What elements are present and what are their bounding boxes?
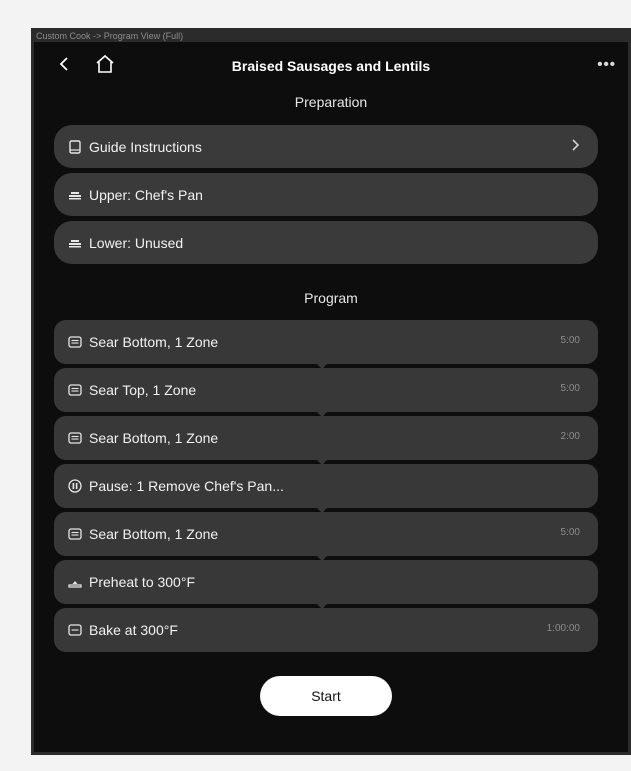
preheat-icon [68, 575, 82, 589]
top-bar: Braised Sausages and Lentils ••• [34, 42, 628, 82]
lower-rack-label: Lower: Unused [89, 234, 184, 251]
step-label: Sear Bottom, 1 Zone [89, 430, 219, 446]
step-time: 2:00 [560, 431, 580, 442]
window-label: Custom Cook -> Program View (Full) [36, 31, 184, 41]
step-label: Sear Bottom, 1 Zone [89, 526, 219, 542]
step-label: Sear Top, 1 Zone [89, 382, 197, 398]
guide-instructions-button[interactable]: Guide Instructions [54, 125, 598, 168]
start-button[interactable]: Start [260, 676, 392, 716]
step-label: Sear Bottom, 1 Zone [89, 334, 219, 350]
upper-rack-item[interactable]: Upper: Chef's Pan [54, 173, 598, 216]
upper-rack-label: Upper: Chef's Pan [89, 186, 203, 203]
step-time: 1:00:00 [546, 623, 580, 634]
step-time: 5:00 [560, 383, 580, 394]
program-step[interactable]: Pause: 1 Remove Chef's Pan... [54, 464, 598, 508]
guide-instructions-label: Guide Instructions [89, 138, 202, 155]
program-step[interactable]: Sear Bottom, 1 Zone 2:00 [54, 416, 598, 460]
pause-icon [68, 479, 82, 493]
program-step[interactable]: Sear Bottom, 1 Zone 5:00 [54, 320, 598, 364]
step-label: Pause: 1 Remove Chef's Pan... [89, 478, 284, 494]
app-frame: Custom Cook -> Program View (Full) Brais… [31, 28, 631, 755]
step-label: Preheat to 300°F [89, 574, 195, 590]
program-step[interactable]: Bake at 300°F 1:00:00 [54, 608, 598, 652]
preparation-heading: Preparation [294, 94, 368, 110]
step-time: 5:00 [560, 335, 580, 346]
program-step[interactable]: Sear Top, 1 Zone 5:00 [54, 368, 598, 412]
step-time: 5:00 [560, 527, 580, 538]
more-options-icon[interactable]: ••• [597, 56, 616, 73]
book-icon [68, 139, 82, 154]
page-title: Braised Sausages and Lentils [231, 58, 431, 74]
program-heading: Program [304, 290, 358, 306]
rack-icon [68, 188, 82, 202]
broil-icon [68, 431, 82, 445]
broil-icon [68, 383, 82, 397]
rack-icon [68, 236, 82, 250]
bake-icon [68, 623, 82, 637]
program-step[interactable]: Preheat to 300°F [54, 560, 598, 604]
program-step[interactable]: Sear Bottom, 1 Zone 5:00 [54, 512, 598, 556]
lower-rack-item[interactable]: Lower: Unused [54, 221, 598, 264]
broil-icon [68, 335, 82, 349]
screen: Braised Sausages and Lentils ••• Prepara… [34, 42, 628, 752]
step-label: Bake at 300°F [89, 622, 178, 638]
chevron-right-icon [570, 138, 580, 152]
broil-icon [68, 527, 82, 541]
